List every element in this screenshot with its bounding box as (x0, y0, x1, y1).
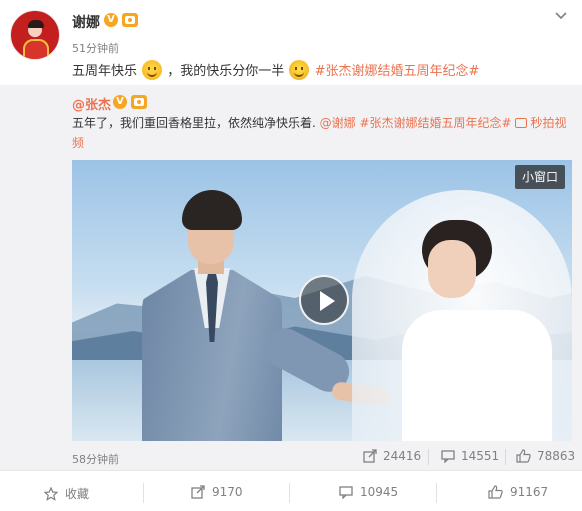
action-divider (436, 483, 437, 503)
repost-hashtag[interactable]: #张杰谢娜结婚五周年纪念# (360, 116, 512, 130)
thumbs-up-icon (488, 485, 503, 499)
verified-icon: V (104, 13, 118, 27)
like-button[interactable]: 91167 (488, 485, 548, 499)
comment-icon (339, 486, 353, 499)
stat-divider (505, 449, 506, 465)
bride-dress (402, 310, 552, 441)
groom-hair (182, 190, 242, 230)
repost-forward-count: 24416 (383, 449, 422, 463)
stat-divider (428, 449, 429, 465)
comment-button[interactable]: 10945 (339, 485, 398, 499)
post-text-part: 五周年快乐 (72, 64, 138, 79)
repost-mention[interactable]: @谢娜 (320, 116, 356, 130)
video-player[interactable]: 小窗口 (72, 160, 572, 441)
chevron-down-icon[interactable] (554, 8, 568, 22)
avatar-dress (23, 39, 49, 59)
play-button[interactable] (299, 275, 349, 325)
repost-comment-button[interactable]: 14551 (441, 449, 499, 463)
grin-emoji-icon (289, 60, 310, 80)
member-icon (122, 13, 138, 27)
user-avatar[interactable] (10, 10, 60, 60)
comment-icon (441, 450, 455, 463)
post-time[interactable]: 51分钟前 (72, 40, 119, 56)
video-groom (132, 190, 391, 441)
mini-window-button[interactable]: 小窗口 (515, 165, 566, 189)
post-hashtag[interactable]: #张杰谢娜结婚五周年纪念# (315, 64, 480, 79)
repost-time[interactable]: 58分钟前 (72, 451, 119, 467)
video-icon (515, 118, 528, 128)
member-icon (131, 95, 147, 109)
smile-emoji-icon (142, 60, 163, 80)
forward-button[interactable]: 9170 (191, 485, 243, 499)
repost-forward-button[interactable]: 24416 (363, 449, 421, 463)
favorite-label: 收藏 (65, 487, 90, 501)
post-action-bar: 收藏 9170 10945 91167 (0, 470, 582, 511)
forward-icon (191, 485, 205, 499)
play-icon (320, 291, 335, 311)
avatar-hair (28, 20, 44, 28)
like-count: 91167 (510, 485, 549, 499)
post-text: 五周年快乐 ，我的快乐分你一半 #张杰谢娜结婚五周年纪念# (72, 60, 479, 82)
action-divider (143, 483, 144, 503)
action-divider (289, 483, 290, 503)
repost-text: 五年了，我们重回香格里拉，依然纯净快乐着. @谢娜 #张杰谢娜结婚五周年纪念# … (72, 113, 572, 153)
forward-icon (363, 449, 377, 463)
post-text-part: ，我的快乐分你一半 (167, 64, 285, 79)
comment-count: 10945 (360, 485, 399, 499)
repost-comment-count: 14551 (461, 449, 500, 463)
verified-icon: V (113, 95, 127, 109)
repost-username[interactable]: @张杰 (72, 94, 111, 113)
bride-face (428, 240, 476, 298)
repost-like-button[interactable]: 78863 (516, 449, 575, 463)
video-bride (342, 180, 572, 441)
thumbs-up-icon (516, 449, 531, 463)
repost-text-body: 五年了，我们重回香格里拉，依然纯净快乐着. (72, 116, 316, 130)
repost-like-count: 78863 (537, 449, 576, 463)
favorite-button[interactable]: 收藏 (44, 485, 89, 502)
post-username[interactable]: 谢娜 (72, 12, 100, 32)
star-icon (44, 486, 58, 501)
forward-count: 9170 (212, 485, 243, 499)
weibo-post: 谢娜 V 51分钟前 五周年快乐 ，我的快乐分你一半 #张杰谢娜结婚五周年纪念#… (0, 0, 582, 511)
